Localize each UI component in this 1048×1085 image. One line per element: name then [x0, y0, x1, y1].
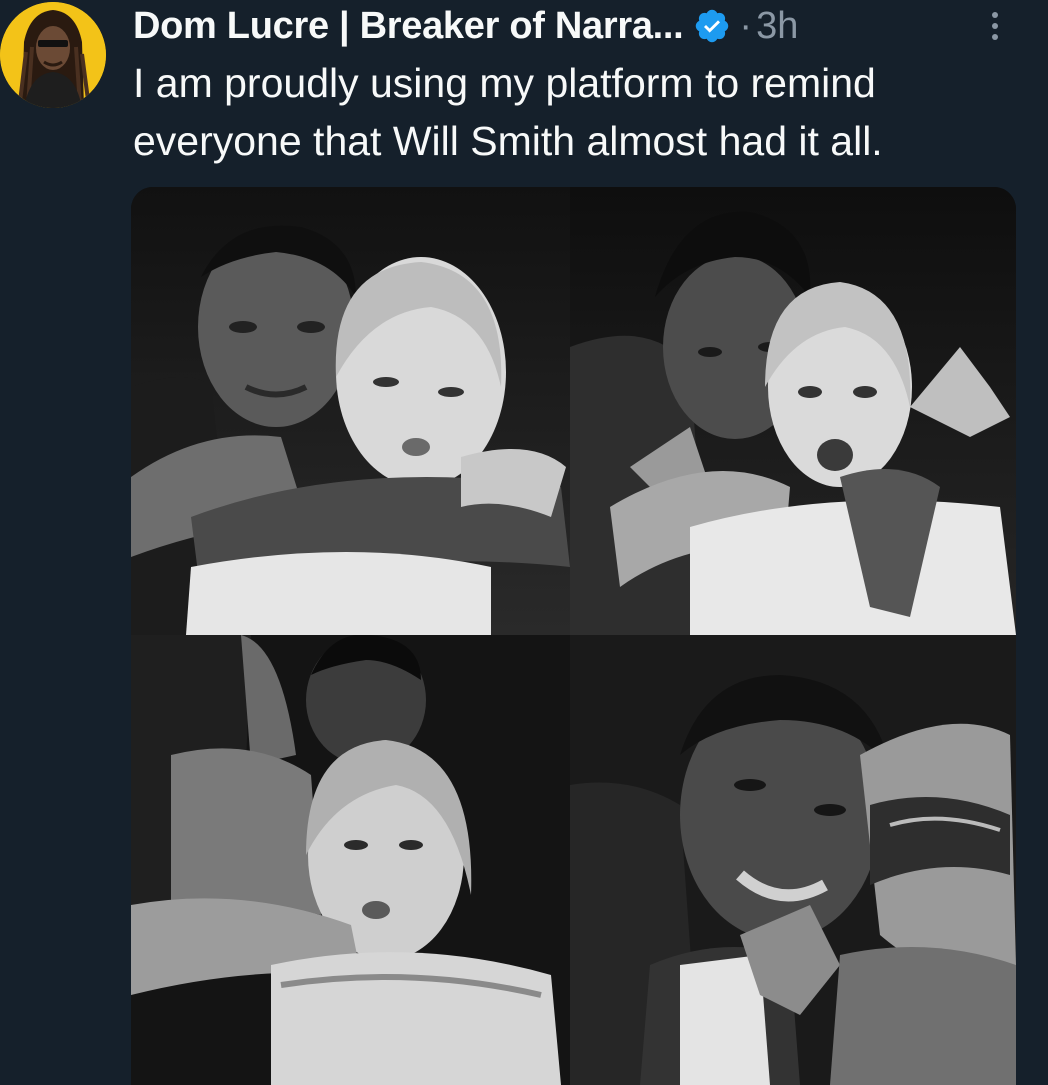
media-photo-3[interactable]	[131, 635, 570, 1085]
tweet-card[interactable]: Dom Lucre | Breaker of Narra... · 3h I a…	[0, 0, 1048, 1085]
more-vertical-icon[interactable]	[980, 6, 1010, 46]
separator-dot: ·	[739, 4, 753, 47]
media-photo-2[interactable]	[570, 187, 1016, 635]
media-photo-4[interactable]	[570, 635, 1016, 1085]
tweet-text-line: everyone that Will Smith almost had it a…	[133, 118, 883, 164]
tweet-text: I am proudly using my platform to remind…	[133, 54, 1013, 170]
tweet-timestamp[interactable]: 3h	[756, 5, 798, 48]
author-display-name[interactable]: Dom Lucre | Breaker of Narra...	[133, 5, 684, 48]
tweet-media-grid[interactable]	[131, 187, 1016, 1085]
avatar-image	[0, 2, 106, 108]
media-photo-1[interactable]	[131, 187, 570, 635]
tweet-text-line: I am proudly using my platform to remind	[133, 60, 876, 106]
verified-badge-icon	[693, 7, 731, 45]
tweet-header: Dom Lucre | Breaker of Narra... · 3h	[133, 0, 798, 52]
author-avatar[interactable]	[0, 2, 106, 108]
